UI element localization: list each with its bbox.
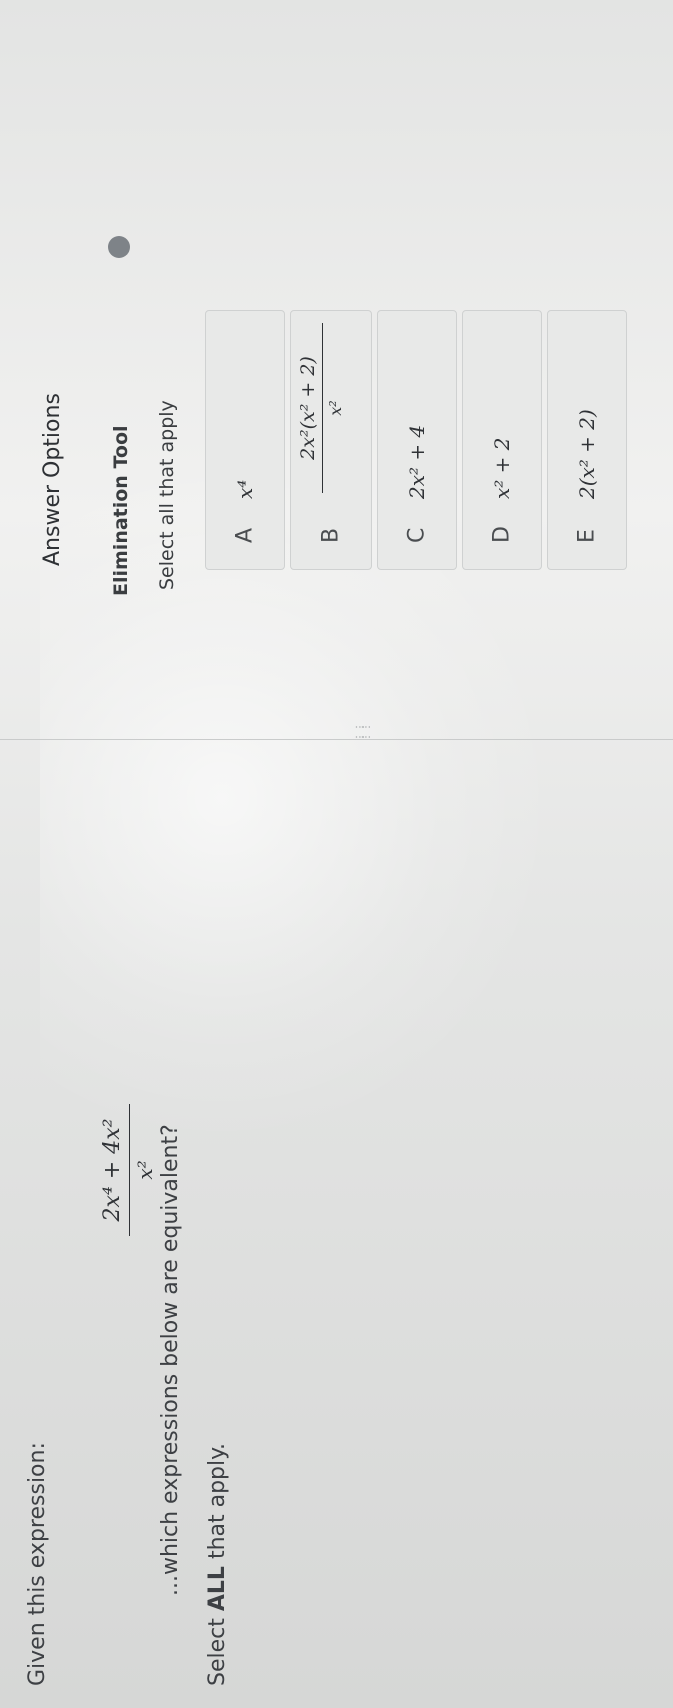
elimination-tool-label: Elimination Tool bbox=[110, 425, 132, 596]
answer-option-c[interactable]: C 2x² + 4 bbox=[377, 310, 457, 570]
question-pane: Given this expression: 2x⁴ + 4x² x² ...w… bbox=[0, 728, 673, 1708]
option-expression: 2x² + 4 bbox=[405, 424, 429, 499]
option-expression: 2(x² + 2) bbox=[575, 409, 599, 499]
expression-denominator: x² bbox=[133, 1160, 157, 1180]
option-numerator: 2x²(x² + 2) bbox=[297, 356, 319, 460]
instruction-suffix: that apply. bbox=[205, 1442, 230, 1567]
question-text: ...which expressions below are equivalen… bbox=[158, 1124, 183, 1596]
option-letter: C bbox=[404, 527, 430, 543]
option-expression: x⁴ bbox=[233, 479, 257, 499]
assessment-screen: Given this expression: 2x⁴ + 4x² x² ...w… bbox=[0, 0, 673, 1708]
answer-option-e[interactable]: E 2(x² + 2) bbox=[547, 310, 627, 570]
option-fraction: 2x²(x² + 2) x² bbox=[297, 313, 345, 503]
option-letter: B bbox=[318, 527, 344, 543]
instruction-emphasis: ALL bbox=[205, 1566, 230, 1612]
option-letter: D bbox=[489, 526, 515, 543]
question-intro: Given this expression: bbox=[25, 1442, 50, 1686]
option-letter: E bbox=[574, 529, 600, 543]
option-expression: x² + 2 bbox=[490, 437, 514, 500]
answer-option-d[interactable]: D x² + 2 bbox=[462, 310, 542, 570]
answer-option-a[interactable]: A x⁴ bbox=[205, 310, 285, 570]
option-letter: A bbox=[232, 527, 258, 543]
question-expression: 2x⁴ + 4x² x² bbox=[100, 1100, 157, 1240]
question-instruction: Select ALL that apply. bbox=[205, 1443, 230, 1686]
elimination-tool-toggle[interactable] bbox=[108, 236, 130, 258]
instruction-prefix: Select bbox=[205, 1611, 230, 1686]
select-all-label: Select all that apply bbox=[156, 400, 178, 590]
answer-option-b[interactable]: B 2x²(x² + 2) x² bbox=[290, 310, 372, 570]
pane-divider[interactable] bbox=[0, 739, 673, 740]
option-denominator: x² bbox=[326, 400, 345, 416]
answer-pane: Answer Options Elimination Tool Select a… bbox=[0, 0, 673, 738]
answer-options-title: Answer Options bbox=[40, 393, 65, 566]
expression-numerator: 2x⁴ + 4x² bbox=[100, 1118, 125, 1222]
